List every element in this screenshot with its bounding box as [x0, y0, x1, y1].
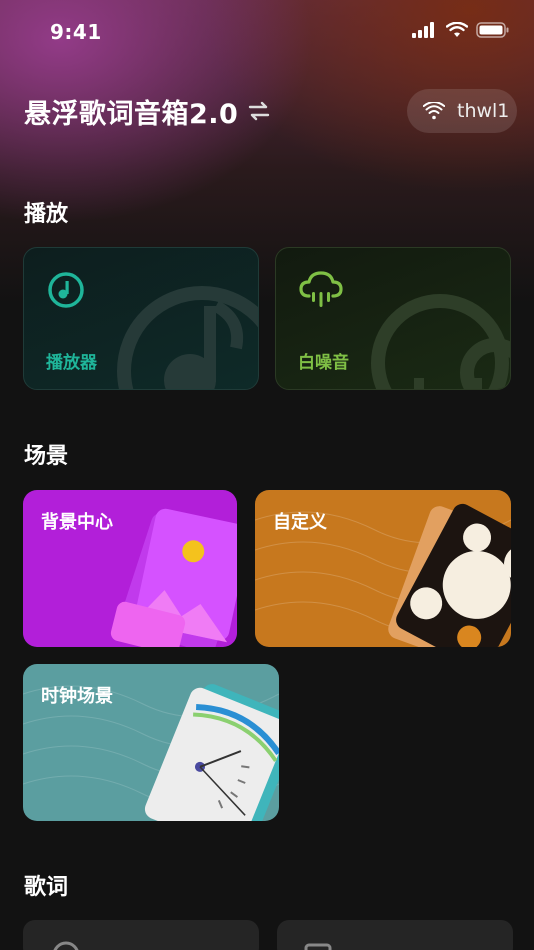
white-noise-label: 白噪音 [298, 353, 349, 373]
white-noise-card[interactable]: 白噪音 [275, 247, 511, 390]
status-bar: 9:41 [0, 0, 534, 64]
section-title-play: 播放 [24, 202, 69, 227]
battery-icon [476, 22, 509, 38]
cellular-signal-icon [412, 22, 434, 38]
music-note-decoration [117, 286, 258, 389]
background-center-label: 背景中心 [41, 512, 113, 533]
player-card[interactable]: 播放器 [23, 247, 259, 390]
device-name: thwl1 [457, 100, 510, 122]
custom-scene-card[interactable]: 自定义 [255, 490, 511, 647]
clock-scene-label: 时钟场景 [41, 686, 113, 707]
clock-scene-card[interactable]: 时钟场景 [23, 664, 279, 821]
background-center-card[interactable]: 背景中心 [23, 490, 237, 647]
lyrics-card-icon [304, 943, 332, 950]
lyrics-card-icon [53, 941, 79, 950]
device-connection-button[interactable]: thwl1 [407, 89, 517, 133]
switch-arrows-icon[interactable] [246, 100, 272, 122]
player-label: 播放器 [46, 353, 97, 373]
lyrics-card-1[interactable] [23, 920, 259, 950]
status-icons [412, 22, 510, 38]
status-time: 9:41 [50, 20, 102, 44]
lyrics-card-2[interactable] [277, 920, 513, 950]
rain-cloud-icon [299, 271, 343, 307]
wifi-icon [423, 102, 445, 120]
music-player-icon [48, 272, 84, 308]
wifi-icon [446, 22, 468, 37]
cloud-decoration [371, 294, 510, 389]
section-title-lyrics: 歌词 [24, 875, 69, 900]
custom-scene-label: 自定义 [273, 512, 327, 533]
app-title: 悬浮歌词音箱2.0 [24, 99, 239, 130]
section-title-scene: 场景 [24, 444, 69, 469]
